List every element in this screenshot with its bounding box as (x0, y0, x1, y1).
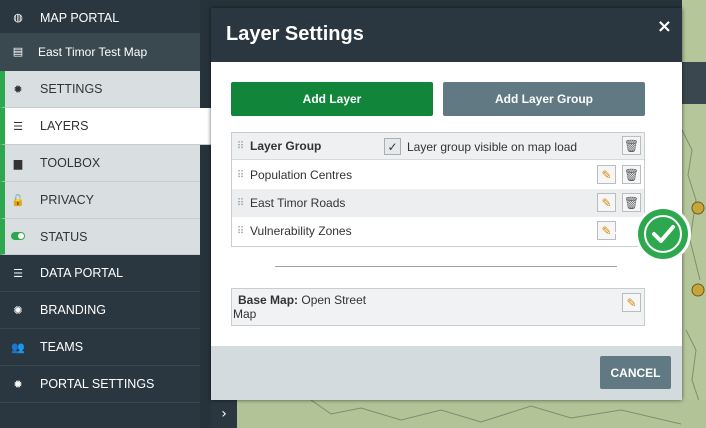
sidebar-item-label: SETTINGS (40, 82, 103, 96)
trash-icon: 🗑 (623, 167, 640, 182)
divider (275, 266, 617, 267)
sidebar-item-branding[interactable]: ✺ BRANDING (0, 292, 200, 329)
dialog-header: Layer Settings × (211, 8, 682, 62)
layer-row[interactable]: ⠿ Population Centres ✎ 🗑 (232, 161, 644, 189)
visible-on-load-label: Layer group visible on map load (407, 140, 578, 154)
dialog-title: Layer Settings (226, 23, 364, 45)
layer-row[interactable]: ⠿ East Timor Roads ✎ 🗑 (232, 189, 644, 217)
sidebar-item-label: BRANDING (40, 303, 106, 317)
base-map-text: Base Map: Open Street Map (233, 293, 368, 321)
map-panel-icon: ▤ (12, 45, 24, 58)
layers-icon: ☰ (13, 119, 23, 133)
sidebar-item-data-portal[interactable]: ☰ DATA PORTAL (0, 255, 200, 292)
sidebar-item-portal-settings[interactable]: ✹ PORTAL SETTINGS (0, 366, 200, 403)
map-boundaries (310, 400, 682, 425)
layer-name: Population Centres (250, 168, 353, 182)
map-view-bottom[interactable]: › (211, 400, 706, 428)
sidebar-item-status[interactable]: STATUS (0, 219, 200, 255)
sidebar-item-label: LAYERS (40, 119, 89, 133)
users-icon: 👥 (11, 340, 25, 354)
delete-group-button[interactable]: 🗑 (622, 136, 641, 155)
lock-icon: 🔓 (11, 193, 25, 207)
success-check-icon (614, 206, 691, 262)
edit-layer-button[interactable]: ✎ (597, 165, 616, 184)
sidebar-item-label: TEAMS (40, 340, 84, 354)
sidebar-item-map-portal[interactable]: ◍ MAP PORTAL (0, 0, 200, 36)
pencil-icon: ✎ (601, 195, 612, 210)
pencil-icon: ✎ (626, 295, 637, 310)
pencil-icon: ✎ (601, 223, 612, 238)
sidebar-item-label: PORTAL SETTINGS (40, 377, 155, 391)
toggle-icon (10, 230, 26, 243)
drag-handle-icon[interactable]: ⠿ (232, 198, 250, 209)
pencil-icon: ✎ (601, 167, 612, 182)
trash-icon: 🗑 (623, 138, 640, 153)
sidebar-item-label: MAP PORTAL (40, 10, 120, 25)
sidebar-item-label: TOOLBOX (40, 156, 101, 170)
drag-handle-icon[interactable]: ⠿ (232, 141, 250, 152)
layer-group-header[interactable]: ⠿ Layer Group ✓ Layer group visible on m… (232, 133, 644, 160)
sidebar-item-current-map[interactable]: ▤ East Timor Test Map (0, 33, 200, 71)
layer-group-list: ⠿ Layer Group ✓ Layer group visible on m… (231, 132, 645, 247)
layer-settings-dialog: Layer Settings × Add Layer Add Layer Gro… (211, 8, 682, 400)
drag-handle-icon[interactable]: ⠿ (232, 170, 250, 181)
base-map-row: Base Map: Open Street Map ✎ (231, 288, 645, 326)
badge-icon: ✺ (13, 303, 23, 317)
sidebar-item-privacy[interactable]: 🔓 PRIVACY (0, 182, 200, 219)
sidebar-item-settings[interactable]: ✹ SETTINGS (0, 71, 200, 108)
add-layer-button[interactable]: Add Layer (231, 82, 433, 116)
sidebar-item-toolbox[interactable]: ▆ TOOLBOX (0, 145, 200, 182)
sidebar-item-label: East Timor Test Map (38, 44, 148, 59)
edit-base-map-button[interactable]: ✎ (622, 293, 641, 312)
sidebar-item-teams[interactable]: 👥 TEAMS (0, 329, 200, 366)
base-map-label: Base Map: (238, 293, 299, 307)
sidebar-item-label: PRIVACY (40, 193, 94, 207)
layer-name: East Timor Roads (250, 196, 346, 210)
layer-row[interactable]: ⠿ Vulnerability Zones ✎ (232, 217, 644, 245)
gear-icon: ✹ (13, 82, 23, 96)
layer-group-title: Layer Group (250, 139, 322, 153)
gear-icon: ✹ (13, 377, 23, 391)
drag-handle-icon[interactable]: ⠿ (232, 226, 250, 237)
close-icon[interactable]: × (657, 16, 672, 37)
database-icon: ☰ (13, 266, 23, 280)
layer-name: Vulnerability Zones (250, 224, 352, 238)
add-layer-group-button[interactable]: Add Layer Group (443, 82, 645, 116)
sidebar-item-layers[interactable]: ☰ LAYERS (0, 108, 214, 145)
visible-on-load-checkbox[interactable]: ✓ (384, 138, 401, 155)
sidebar: ◍ MAP PORTAL ▤ East Timor Test Map ✹ SET… (0, 0, 214, 428)
cancel-button[interactable]: CANCEL (600, 356, 671, 389)
delete-layer-button[interactable]: 🗑 (622, 165, 641, 184)
toolbox-icon: ▆ (13, 156, 23, 170)
sidebar-item-label: STATUS (40, 229, 88, 244)
sidebar-item-label: DATA PORTAL (40, 266, 124, 280)
globe-icon: ◍ (13, 11, 23, 24)
